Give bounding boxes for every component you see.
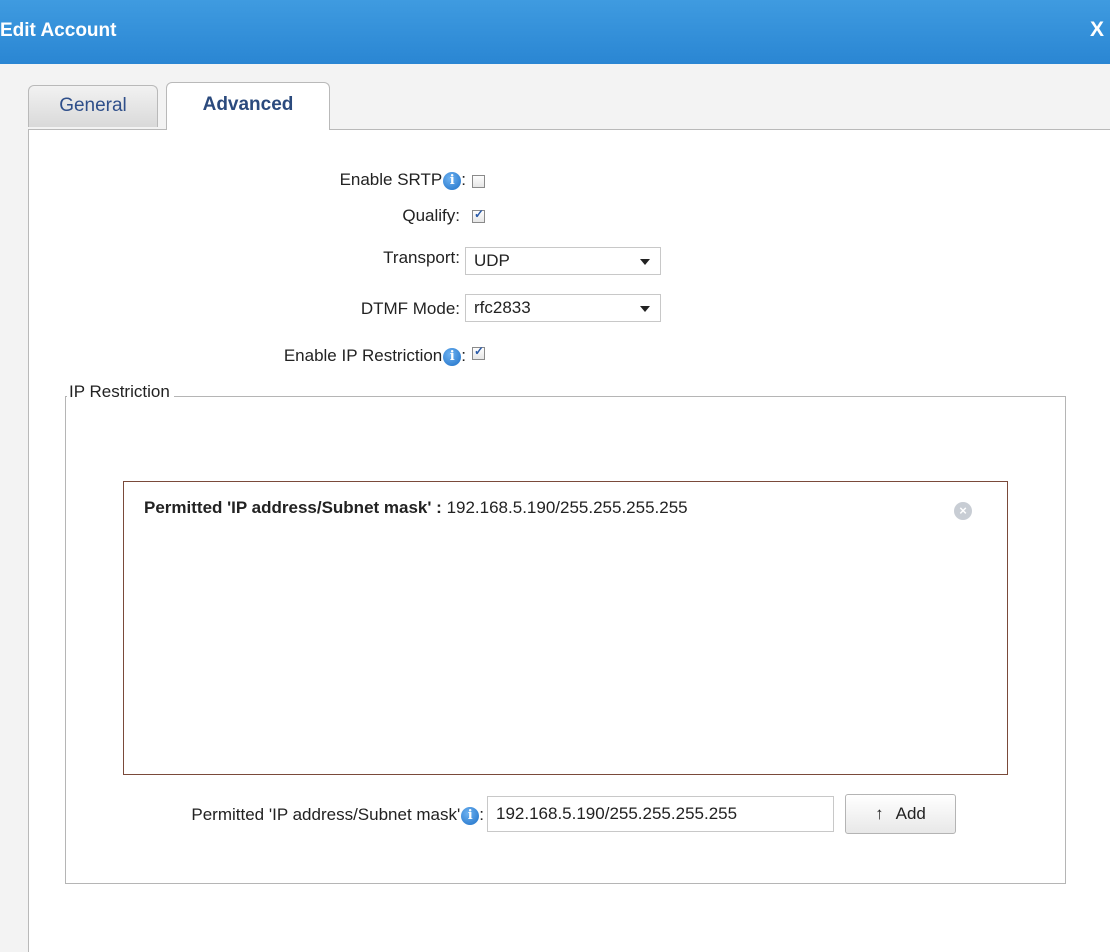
info-icon[interactable]: i xyxy=(443,171,462,190)
enable-srtp-label: Enable SRTP xyxy=(339,170,443,189)
transport-value: UDP xyxy=(474,251,510,270)
up-arrow-icon: ↑ xyxy=(875,804,884,823)
permitted-ip-input[interactable] xyxy=(487,796,834,832)
transport-label: Transport: xyxy=(383,248,460,267)
dialog-titlebar: Edit Account X xyxy=(0,0,1110,64)
remove-entry-icon[interactable]: × xyxy=(954,502,972,520)
enable-srtp-row-label: Enable SRTP i: xyxy=(180,170,466,190)
colon-separator: : xyxy=(479,805,484,824)
permitted-ip-entry-label: Permitted 'IP address/Subnet mask' : xyxy=(144,498,442,517)
colon-separator: : xyxy=(461,170,466,189)
chevron-down-icon xyxy=(640,306,650,312)
chevron-down-icon xyxy=(640,259,650,265)
tab-general[interactable]: General xyxy=(28,85,158,127)
info-icon[interactable]: i xyxy=(461,806,480,825)
permitted-ip-entry-value: 192.168.5.190/255.255.255.255 xyxy=(446,498,688,517)
add-button[interactable]: ↑ Add xyxy=(845,794,956,834)
enable-ip-restriction-label: Enable IP Restriction xyxy=(283,346,443,365)
enable-ip-restriction-row-label: Enable IP Restriction i: xyxy=(140,346,466,366)
close-icon[interactable]: X xyxy=(1090,18,1104,42)
qualify-checkbox[interactable] xyxy=(472,207,485,223)
permitted-ip-list[interactable]: Permitted 'IP address/Subnet mask' : 192… xyxy=(123,481,1008,775)
dtmf-mode-label: DTMF Mode: xyxy=(360,299,460,318)
enable-ip-restriction-checkbox[interactable] xyxy=(472,344,485,360)
enable-srtp-checkbox[interactable] xyxy=(472,175,485,188)
transport-select[interactable]: UDP xyxy=(465,247,661,275)
permitted-ip-input-label: Permitted 'IP address/Subnet mask' xyxy=(191,805,461,824)
qualify-label: Qualify: xyxy=(402,206,460,225)
dialog-title: Edit Account xyxy=(0,20,117,41)
add-button-label: Add xyxy=(895,804,926,823)
tab-advanced[interactable]: Advanced xyxy=(166,82,330,130)
dtmf-mode-select[interactable]: rfc2833 xyxy=(465,294,661,322)
dtmf-mode-value: rfc2833 xyxy=(474,298,531,317)
info-icon[interactable]: i xyxy=(443,347,462,366)
list-item: Permitted 'IP address/Subnet mask' : 192… xyxy=(144,498,688,518)
ip-restriction-legend: IP Restriction xyxy=(67,382,174,402)
permitted-ip-input-row-label: Permitted 'IP address/Subnet mask' i: xyxy=(60,805,484,825)
colon-separator: : xyxy=(461,346,466,365)
